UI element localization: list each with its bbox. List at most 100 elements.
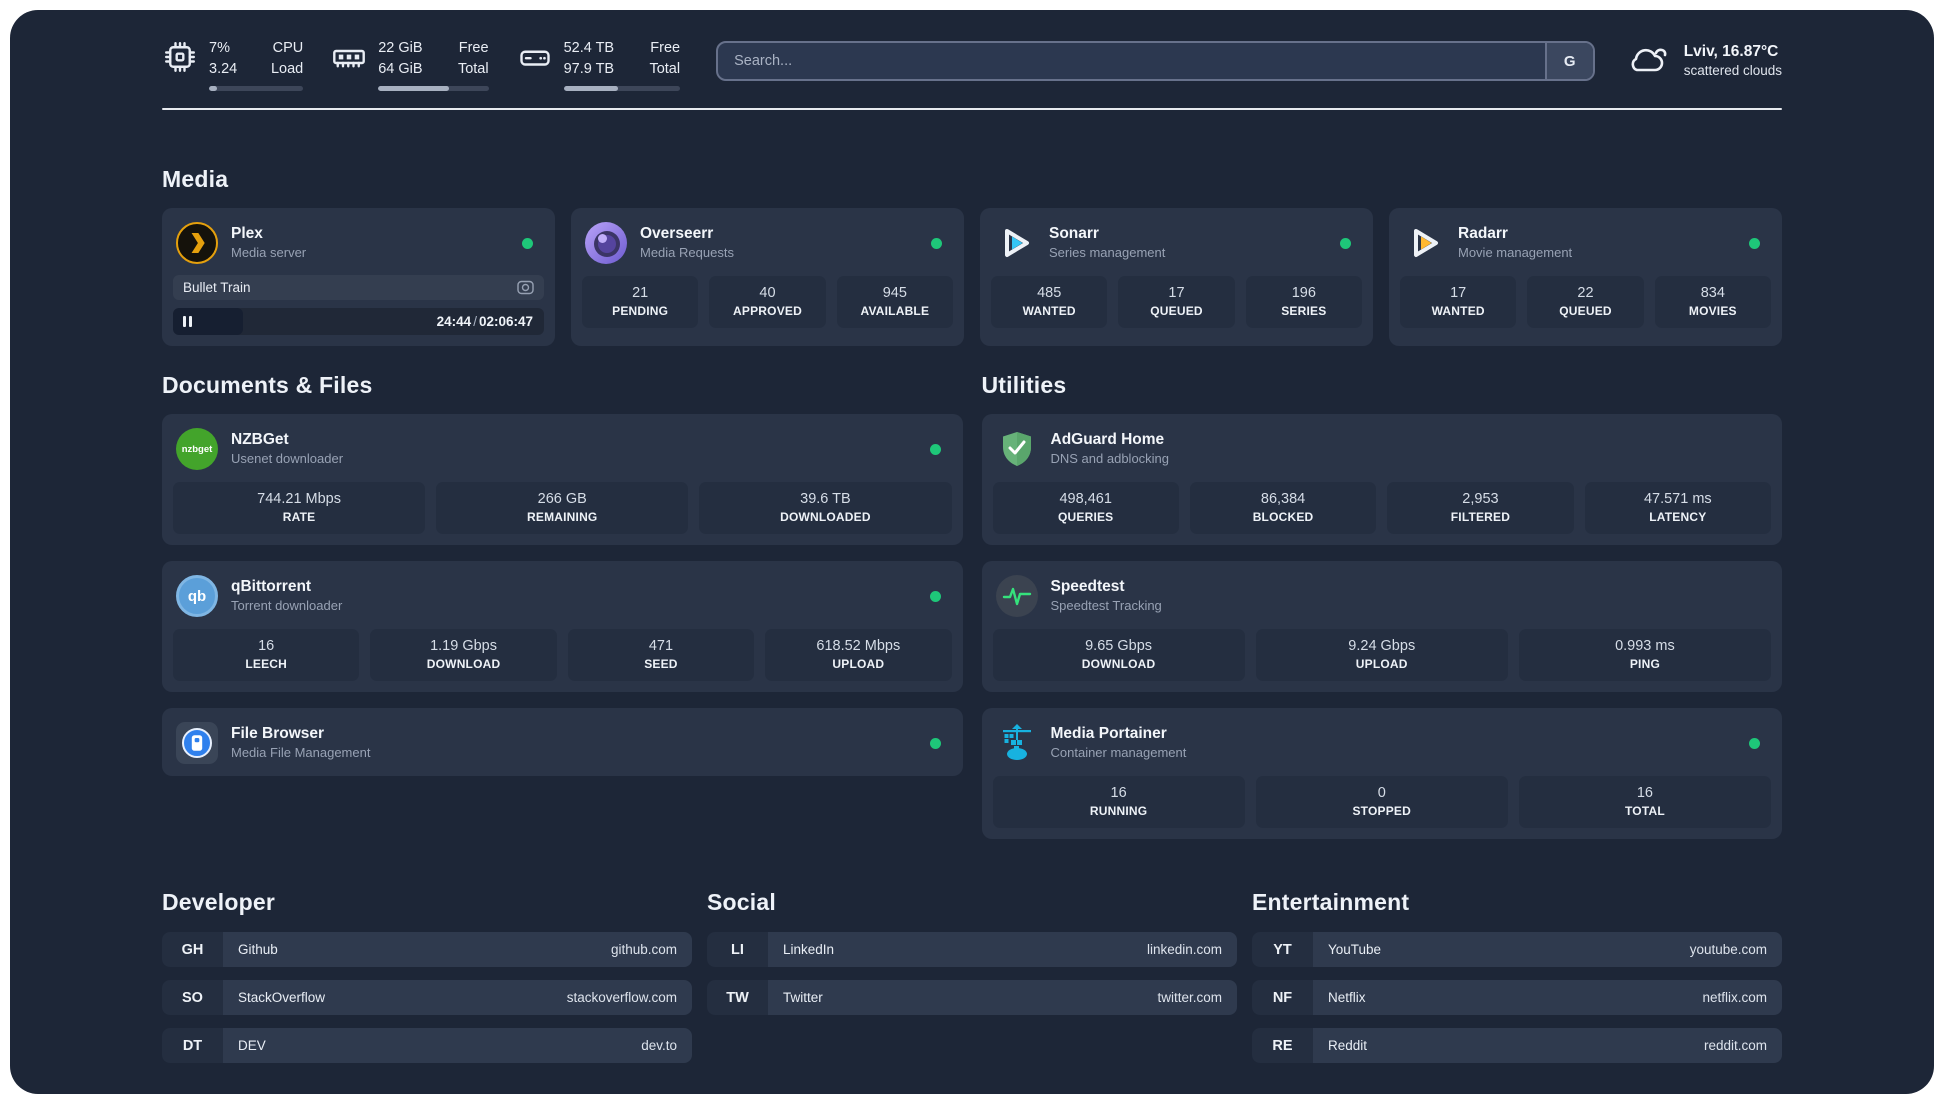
card-texts: qBittorrent Torrent downloader [231, 577, 342, 614]
section-title-utilities: Utilities [981, 372, 1067, 399]
ram-progress-bar [378, 86, 489, 92]
bookmark-rows: LI LinkedIn linkedin.com TW Twitter twit… [707, 932, 1237, 1016]
card-texts: Plex Media server [231, 224, 306, 261]
bookmark-link-twitter[interactable]: TW Twitter twitter.com [707, 980, 1237, 1016]
stat-tile: 40 APPROVED [709, 276, 826, 329]
stat-value: 40 [759, 285, 776, 302]
service-card-portainer[interactable]: Media Portainer Container management 16 … [981, 708, 1782, 840]
bookmark-link-youtube[interactable]: YT YouTube youtube.com [1252, 932, 1782, 968]
page-background: 7% 3.24 CPU Load 22 GiB 64 GiB Free Total 52… [0, 0, 1944, 1104]
stat-label: DOWNLOAD [1081, 657, 1156, 672]
stat-value: 16 [258, 638, 275, 655]
stat-value: 485 [1037, 285, 1062, 302]
bookmark-body: StackOverflow stackoverflow.com [223, 980, 692, 1016]
stat-label: RUNNING [1089, 804, 1148, 819]
service-card-plex[interactable]: Plex Media server Bullet Train 24:44/02:… [162, 208, 555, 347]
bookmark-group-title: Developer [162, 889, 276, 916]
stat-tile: 21 PENDING [582, 276, 699, 329]
stat-value: 47.571 ms [1643, 491, 1712, 508]
stat-value: 0.993 ms [1615, 638, 1675, 655]
stat-tile: 16 RUNNING [992, 776, 1245, 829]
stat-value: 2,953 [1462, 491, 1499, 508]
stat-tile: 485 WANTED [991, 276, 1108, 329]
online-status-dot [522, 237, 533, 249]
cpu-metric-body: 7% 3.24 CPU Load [209, 38, 304, 92]
bookmark-body: LinkedIn linkedin.com [768, 932, 1237, 968]
service-card-nzbget[interactable]: nzbget NZBGet Usenet downloader 744.21 M… [162, 414, 963, 546]
stat-value: 1.19 Gbps [430, 638, 498, 655]
stats-row: 498,461 QUERIES 86,384 BLOCKED 2,953 FIL… [992, 482, 1771, 535]
stat-tile: 16 TOTAL [1518, 776, 1771, 829]
stat-value: 86,384 [1260, 491, 1306, 508]
stat-tile: 744.21 Mbps RATE [173, 482, 426, 535]
stat-label: WANTED [1431, 304, 1485, 319]
disk-metric: 52.4 TB 97.9 TB Free Total [517, 38, 681, 92]
stat-tile: 266 GB REMAINING [436, 482, 689, 535]
service-card-radarr[interactable]: Radarr Movie management 17 WANTED 22 QUE… [1389, 208, 1782, 347]
session-settings-icon[interactable] [517, 280, 534, 295]
cpu-metric: 7% 3.24 CPU Load [162, 38, 304, 92]
bookmark-body: DEV dev.to [223, 1028, 692, 1064]
bookmark-rows: GH Github github.com SO StackOverflow st… [162, 932, 692, 1064]
stat-label: DOWNLOAD [426, 657, 501, 672]
search-input[interactable] [718, 43, 1545, 79]
pause-icon [189, 316, 192, 328]
service-subtitle: Media Requests [640, 244, 734, 260]
qbittorrent-icon: qb [176, 575, 218, 618]
middle-columns: Documents & Files nzbget NZBGet Usenet d… [162, 372, 1782, 840]
stat-value: 17 [1450, 285, 1467, 302]
bookmark-link-linkedin[interactable]: LI LinkedIn linkedin.com [707, 932, 1237, 968]
stat-label: QUEUED [1150, 304, 1203, 319]
stat-value: 39.6 TB [800, 491, 851, 508]
stat-label: RATE [282, 510, 316, 525]
service-card-adguard[interactable]: AdGuard Home DNS and adblocking 498,461 … [981, 414, 1782, 546]
card-texts: AdGuard Home DNS and adblocking [1051, 430, 1170, 467]
card-texts: Speedtest Speedtest Tracking [1051, 577, 1162, 614]
service-card-sonarr[interactable]: Sonarr Series management 485 WANTED 17 Q… [980, 208, 1373, 347]
bookmark-link-reddit[interactable]: RE Reddit reddit.com [1252, 1028, 1782, 1064]
service-subtitle: Media server [231, 244, 307, 260]
stat-label: AVAILABLE [860, 304, 930, 319]
stat-value: 498,461 [1059, 491, 1112, 508]
playback-time: 24:44/02:06:47 [436, 314, 533, 330]
service-name: Radarr [1458, 225, 1508, 243]
stat-tile: 16 LEECH [173, 629, 360, 682]
stat-tile: 17 QUEUED [1118, 276, 1235, 329]
service-name: Speedtest [1050, 578, 1125, 596]
bookmark-groups: Developer GH Github github.com SO StackO… [162, 889, 1782, 1064]
service-card-speedtest[interactable]: Speedtest Speedtest Tracking 9.65 Gbps D… [981, 561, 1782, 693]
disk-values: 52.4 TB 97.9 TB [563, 40, 615, 78]
media-card-grid: Plex Media server Bullet Train 24:44/02:… [162, 208, 1782, 347]
stats-row: 9.65 Gbps DOWNLOAD 9.24 Gbps UPLOAD 0.99… [992, 629, 1771, 682]
playback-progress-bar[interactable]: 24:44/02:06:47 [173, 308, 544, 336]
service-subtitle: Movie management [1458, 244, 1573, 260]
bookmark-rows: YT YouTube youtube.com NF Netflix netfli… [1252, 932, 1782, 1064]
stat-label: STOPPED [1352, 804, 1411, 819]
bookmark-body: Netflix netflix.com [1313, 980, 1782, 1016]
bookmark-link-stackoverflow[interactable]: SO StackOverflow stackoverflow.com [162, 980, 692, 1016]
adguard-icon [996, 428, 1038, 470]
bookmark-link-dev[interactable]: DT DEV dev.to [162, 1028, 692, 1064]
nzbget-icon: nzbget [176, 428, 218, 471]
stats-row: 21 PENDING 40 APPROVED 945 AVAILABLE [582, 276, 953, 329]
search-engine-button[interactable]: G [1544, 43, 1593, 79]
card-texts: Overseerr Media Requests [640, 224, 734, 261]
service-card-filebrowser[interactable]: File Browser Media File Management [162, 708, 963, 777]
service-card-overseerr[interactable]: Overseerr Media Requests 21 PENDING 40 A… [571, 208, 964, 347]
bookmark-body: Github github.com [223, 932, 692, 968]
bookmark-link-github[interactable]: GH Github github.com [162, 932, 692, 968]
stat-value: 471 [648, 638, 674, 655]
stat-tile: 47.571 ms LATENCY [1584, 482, 1771, 535]
service-subtitle: Container management [1050, 744, 1187, 760]
weather-condition: scattered clouds [1683, 62, 1782, 78]
disk-progress-bar [563, 86, 681, 92]
stat-label: UPLOAD [832, 657, 885, 672]
service-name: AdGuard Home [1050, 431, 1165, 449]
header-divider [162, 108, 1782, 111]
stat-value: 16 [1110, 785, 1127, 802]
bookmark-link-netflix[interactable]: NF Netflix netflix.com [1252, 980, 1782, 1016]
stat-tile: 1.19 Gbps DOWNLOAD [370, 629, 557, 682]
section-title-media: Media [162, 166, 229, 193]
service-card-qbittorrent[interactable]: qb qBittorrent Torrent downloader 16 LEE… [162, 561, 963, 693]
card-header: nzbget NZBGet Usenet downloader [173, 425, 952, 471]
